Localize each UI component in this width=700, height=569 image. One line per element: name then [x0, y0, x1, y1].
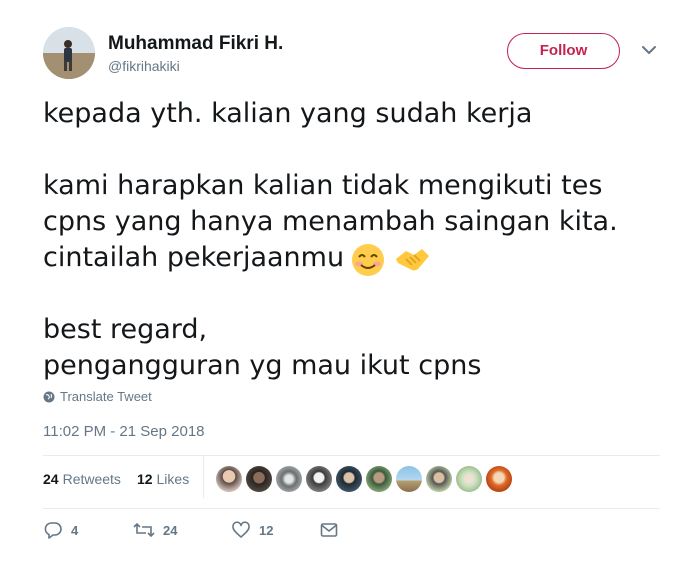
globe-icon: [43, 391, 55, 402]
handshake-emoji: [396, 248, 430, 270]
reply-icon: [44, 522, 62, 539]
tweet-line: cintailah pekerjaanmu: [43, 242, 345, 273]
tweet-line: cpns yang hanya menambah saingan kita.: [43, 206, 618, 237]
likes-count: 12: [136, 471, 153, 487]
tweet-line: kepada yth. kalian yang sudah kerja: [43, 98, 533, 129]
translate-label: Translate Tweet: [60, 389, 152, 404]
liker-avatars: [216, 466, 512, 492]
liker-avatar[interactable]: [366, 466, 392, 492]
reply-button[interactable]: 4: [43, 520, 133, 540]
avatar-photo: [43, 27, 95, 79]
envelope-icon: [320, 523, 338, 537]
likes-label: Likes: [156, 471, 190, 487]
retweet-icon: [133, 522, 155, 538]
tweet-line-break: [43, 132, 663, 168]
divider: [43, 455, 660, 456]
retweet-button[interactable]: 24: [133, 520, 231, 540]
retweets-count: 24: [43, 471, 59, 487]
liker-avatar[interactable]: [396, 466, 422, 492]
tweet-actions: 4 24 12: [43, 520, 339, 540]
like-button[interactable]: 12: [231, 520, 319, 540]
smiling-face-emoji: [352, 243, 385, 276]
tweet-stats: 24 Retweets 12 Likes: [43, 471, 189, 487]
translate-tweet-link[interactable]: Translate Tweet: [43, 389, 152, 404]
heart-icon: [232, 521, 250, 538]
liker-avatar[interactable]: [456, 466, 482, 492]
tweet-line-with-emoji: cintailah pekerjaanmu: [43, 240, 663, 276]
liker-avatar[interactable]: [216, 466, 242, 492]
tweet-line: kami harapkan kalian tidak mengikuti tes: [43, 170, 603, 201]
divider: [43, 508, 660, 509]
follow-button[interactable]: Follow: [507, 33, 620, 69]
liker-avatar[interactable]: [306, 466, 332, 492]
reply-count: 4: [71, 522, 79, 538]
tweet-line: pengangguran yg mau ikut cpns: [43, 350, 482, 381]
author-display-name[interactable]: Muhammad Fikri H.: [108, 33, 283, 55]
like-count: 12: [259, 522, 274, 538]
liker-avatar[interactable]: [426, 466, 452, 492]
likes-stat[interactable]: 12 Likes: [137, 471, 189, 487]
author-handle[interactable]: @fikrihakiki: [108, 58, 180, 74]
author-avatar[interactable]: [43, 27, 95, 79]
liker-avatar[interactable]: [276, 466, 302, 492]
tweet-timestamp[interactable]: 11:02 PM - 21 Sep 2018: [43, 423, 205, 440]
direct-message-button[interactable]: [319, 520, 339, 540]
tweet-line: best regard,: [43, 314, 208, 345]
chevron-down-icon[interactable]: [641, 44, 657, 56]
retweets-label: Retweets: [62, 471, 121, 487]
liker-avatar[interactable]: [486, 466, 512, 492]
retweet-count: 24: [163, 522, 178, 538]
liker-avatar[interactable]: [336, 466, 362, 492]
stats-separator: [203, 456, 204, 498]
tweet-line-break: [43, 276, 663, 312]
liker-avatar[interactable]: [246, 466, 272, 492]
retweets-stat[interactable]: 24 Retweets: [43, 471, 121, 487]
tweet-text: kepada yth. kalian yang sudah kerja kami…: [43, 96, 663, 384]
